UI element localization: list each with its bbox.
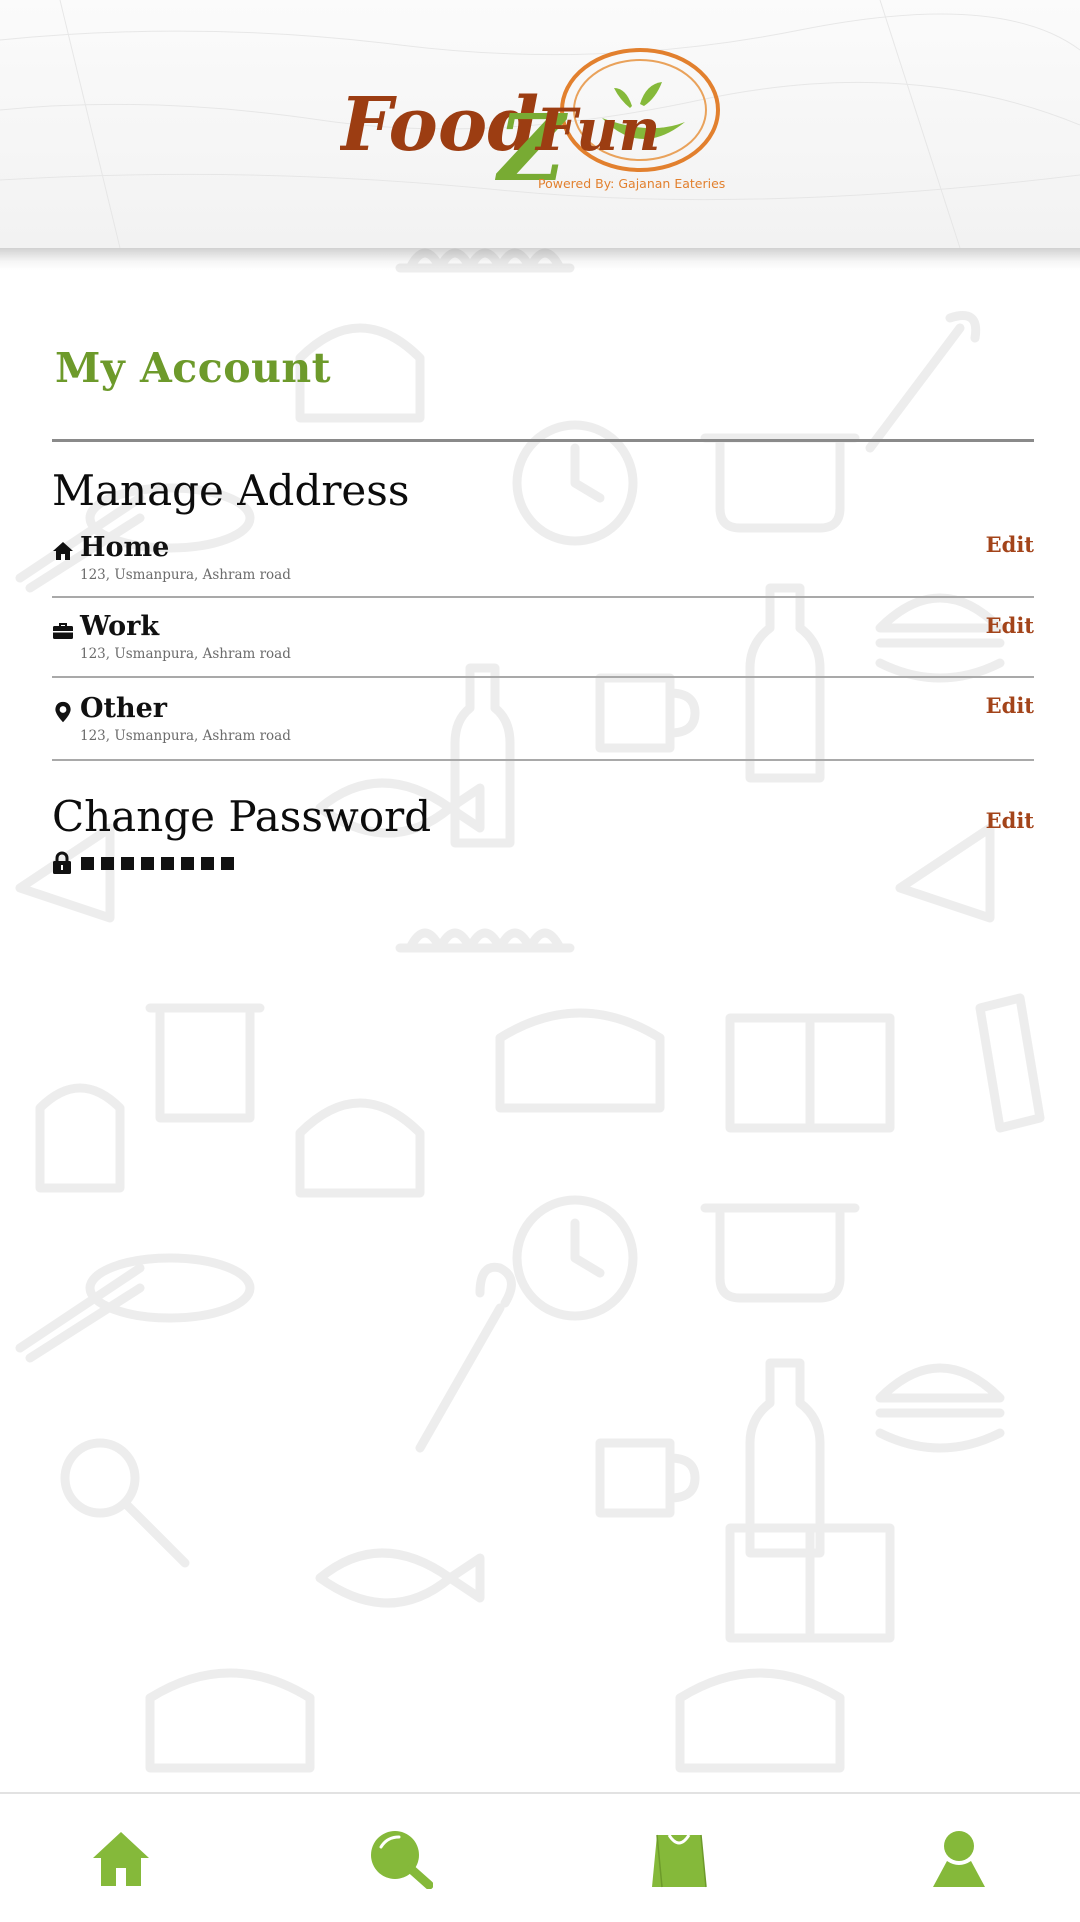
logo-word-fun: Fun <box>534 96 661 164</box>
app-header: Food Z Fun Powered By: Gajanan Eateries <box>0 0 1080 248</box>
header-shadow <box>0 248 1080 270</box>
address-label-other: Other <box>80 693 168 724</box>
edit-password-button[interactable]: Edit <box>986 808 1034 833</box>
divider <box>52 759 1034 761</box>
edit-home-address-button[interactable]: Edit <box>986 532 1034 557</box>
nav-bag-button[interactable] <box>644 1824 714 1894</box>
password-mask-dot <box>141 856 154 870</box>
briefcase-icon <box>53 623 73 639</box>
divider <box>52 676 1034 678</box>
password-mask-dot <box>121 856 134 870</box>
home-icon <box>53 542 73 560</box>
address-item-work: Work 123, Usmanpura, Ashram road Edit <box>52 611 1034 689</box>
password-mask-dot <box>201 856 214 870</box>
page-title: My Account <box>55 344 332 392</box>
nav-home-button[interactable] <box>86 1824 156 1894</box>
address-text-other: 123, Usmanpura, Ashram road <box>80 728 291 744</box>
change-password-heading: Change Password <box>52 792 432 841</box>
password-mask-dot <box>181 856 194 870</box>
address-text-work: 123, Usmanpura, Ashram road <box>80 646 291 662</box>
password-field <box>52 850 234 876</box>
address-label-work: Work <box>80 611 160 642</box>
logo-tagline: Powered By: Gajanan Eateries <box>538 176 725 191</box>
nav-search-button[interactable] <box>366 1824 436 1894</box>
address-label-home: Home <box>80 532 170 563</box>
edit-work-address-button[interactable]: Edit <box>986 613 1034 638</box>
password-mask-dot <box>221 856 234 870</box>
password-mask-dot <box>81 856 94 870</box>
masked-password <box>81 856 234 870</box>
bottom-nav-bar <box>0 1792 1080 1922</box>
lock-icon <box>53 851 71 874</box>
search-icon <box>371 1831 433 1889</box>
foodzfun-logo: Food Z Fun Powered By: Gajanan Eateries <box>340 48 725 200</box>
home-icon <box>93 1832 149 1886</box>
map-pin-icon <box>55 701 71 723</box>
password-mask-dot <box>161 856 174 870</box>
divider <box>52 596 1034 598</box>
password-mask-dot <box>101 856 114 870</box>
shopping-bag-icon <box>652 1834 707 1888</box>
address-item-home: Home 123, Usmanpura, Ashram road Edit <box>52 532 1034 610</box>
title-divider <box>52 439 1034 442</box>
user-icon <box>933 1831 985 1887</box>
manage-address-heading: Manage Address <box>52 466 410 515</box>
edit-other-address-button[interactable]: Edit <box>986 693 1034 718</box>
address-text-home: 123, Usmanpura, Ashram road <box>80 567 291 583</box>
nav-account-button[interactable] <box>924 1824 994 1894</box>
